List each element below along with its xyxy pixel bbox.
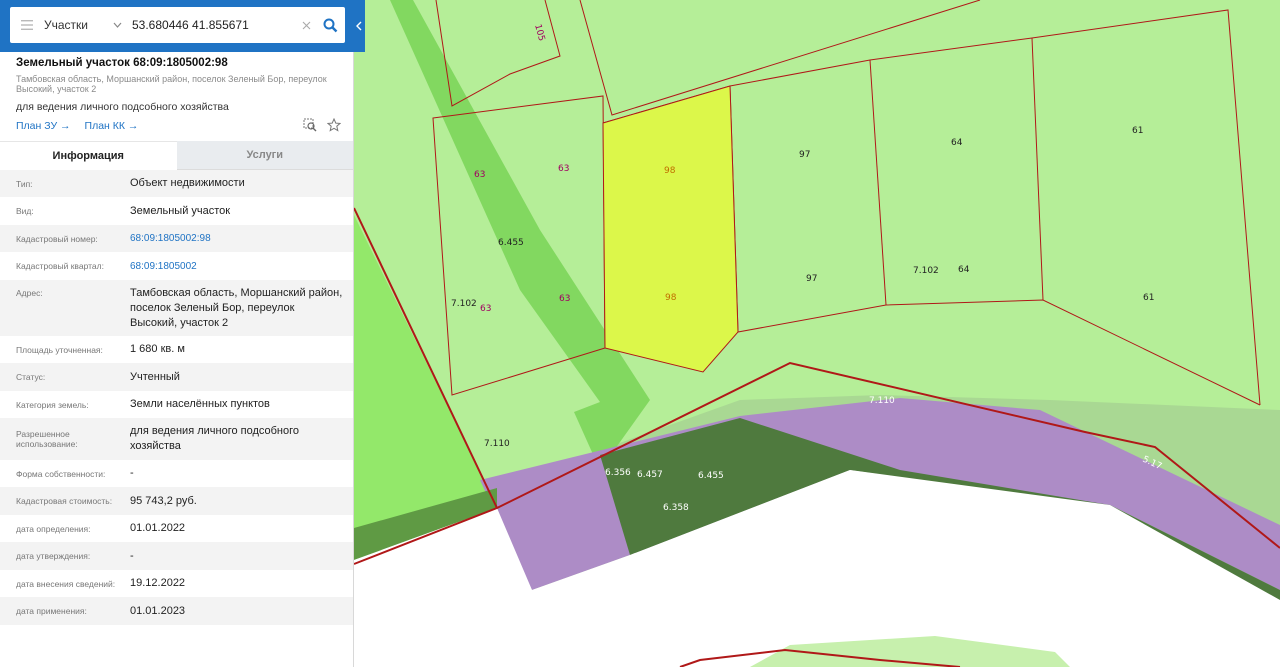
detail-row-date-entered: дата внесения сведений: 19.12.2022	[0, 570, 353, 597]
layer-select[interactable]: Участки	[44, 18, 128, 32]
detail-row-kind: Вид: Земельный участок	[0, 197, 353, 225]
cadastral-quarter-link[interactable]: 68:09:1805002	[130, 259, 343, 274]
info-panel: Земельный участок 68:09:1805002:98 Тамбо…	[0, 0, 354, 667]
detail-row-type: Тип: Объект недвижимости	[0, 170, 353, 197]
clear-icon[interactable]	[297, 18, 315, 33]
detail-value: Земли населённых пунктов	[130, 398, 270, 410]
detail-row-ownership: Форма собственности: -	[0, 460, 353, 487]
detail-row-date-approved: дата утверждения: -	[0, 542, 353, 570]
map-label: 7.110	[484, 439, 510, 449]
map-label: 6.455	[498, 238, 524, 248]
zoom-to-object-icon[interactable]	[303, 118, 317, 137]
detail-label: Кадастровая стоимость:	[16, 496, 113, 506]
detail-label: Статус:	[16, 372, 46, 382]
map-label: 6.457	[637, 470, 663, 480]
plan-kk-link[interactable]: План КК →	[85, 120, 139, 132]
detail-label: Кадастровый квартал:	[16, 261, 104, 271]
detail-label: Вид:	[16, 206, 34, 216]
detail-label: Кадастровый номер:	[16, 233, 98, 244]
object-purpose: для ведения личного подсобного хозяйства	[16, 101, 229, 113]
detail-value: для ведения личного подсобного хозяйства	[130, 425, 300, 452]
object-tools	[303, 117, 342, 137]
detail-row-date-applied: дата применения: 01.01.2023	[0, 597, 353, 625]
detail-row-cadastral-value: Кадастровая стоимость: 95 743,2 руб.	[0, 487, 353, 515]
map-label: 61	[1132, 126, 1143, 136]
search-input[interactable]	[128, 18, 297, 32]
detail-label: дата внесения сведений:	[16, 578, 116, 589]
detail-row-date-determined: дата определения: 01.01.2022	[0, 515, 353, 542]
map-label: 61	[1143, 293, 1154, 303]
selected-parcel	[602, 85, 739, 373]
tab-information[interactable]: Информация	[0, 141, 177, 170]
map-label: 64	[958, 265, 970, 275]
detail-row-address: Адрес: Тамбовская область, Моршанский ра…	[0, 280, 353, 336]
detail-row-permitted-use: Разрешенное использование: для ведения л…	[0, 418, 353, 460]
layer-select-value: Участки	[44, 18, 88, 32]
detail-label: дата применения:	[16, 606, 87, 616]
object-header: Земельный участок 68:09:1805002:98 Тамбо…	[16, 57, 346, 113]
map-label: 63	[559, 294, 570, 304]
plan-links: План ЗУ → План КК →	[16, 120, 138, 132]
detail-label: Категория земель:	[16, 399, 89, 410]
map-label: 6.358	[663, 503, 689, 513]
tab-services[interactable]: Услуги	[176, 141, 353, 170]
detail-value: Учтенный	[130, 370, 180, 383]
map-label: 63	[558, 164, 569, 174]
detail-value: Тамбовская область, Моршанский район, по…	[130, 287, 343, 329]
detail-label: Тип:	[16, 178, 33, 189]
detail-value: 01.01.2022	[130, 522, 186, 534]
menu-icon[interactable]	[10, 7, 44, 43]
detail-value: 01.01.2023	[130, 604, 186, 617]
detail-row-land-category: Категория земель: Земли населённых пункт…	[0, 391, 353, 418]
search-box: Участки	[10, 7, 345, 43]
detail-value: Земельный участок	[130, 204, 231, 217]
detail-value: Объект недвижимости	[130, 177, 245, 189]
object-title: Земельный участок 68:09:1805002:98	[16, 57, 228, 69]
detail-row-cadastral-number: Кадастровый номер: 68:09:1805002:98	[0, 225, 353, 252]
object-address-short: Тамбовская область, Моршанский район, по…	[16, 74, 327, 94]
detail-row-status: Статус: Учтенный	[0, 363, 353, 391]
map-label: 7.102	[451, 299, 477, 309]
map-label: 7.102	[913, 266, 939, 276]
map-label: 63	[480, 304, 491, 314]
plan-zu-link[interactable]: План ЗУ →	[16, 120, 71, 132]
detail-row-cadastral-quarter: Кадастровый квартал: 68:09:1805002	[0, 252, 353, 280]
map-label: 63	[474, 170, 485, 180]
detail-label: Форма собственности:	[16, 468, 106, 479]
detail-value: 19.12.2022	[130, 577, 186, 589]
detail-label: дата определения:	[16, 523, 91, 534]
search-bar: Участки	[0, 0, 365, 52]
map-label: 7.110	[869, 396, 895, 406]
cadastral-number-link[interactable]: 68:09:1805002:98	[130, 231, 343, 246]
info-tabs: Информация Услуги	[0, 141, 353, 170]
detail-label: Площадь уточненная:	[16, 344, 103, 355]
star-icon[interactable]	[326, 117, 342, 137]
map-label: 98	[665, 293, 677, 303]
map-label: 98	[664, 166, 676, 176]
detail-row-area: Площадь уточненная: 1 680 кв. м	[0, 336, 353, 363]
map-label: 97	[806, 274, 817, 284]
details-list: Тип: Объект недвижимости Вид: Земельный …	[0, 170, 353, 625]
map-label: 6.455	[698, 471, 724, 481]
detail-label: Разрешенное использование:	[16, 429, 78, 449]
chevron-left-icon[interactable]	[353, 0, 365, 52]
detail-value: -	[130, 467, 134, 479]
map-label: 97	[799, 150, 810, 160]
detail-value: -	[130, 549, 134, 562]
detail-label: Адрес:	[16, 288, 43, 298]
detail-value: 95 743,2 руб.	[130, 494, 197, 507]
detail-value: 1 680 кв. м	[130, 343, 185, 355]
detail-label: дата утверждения:	[16, 551, 91, 561]
chevron-down-icon	[113, 20, 122, 31]
search-icon[interactable]	[315, 18, 345, 33]
map-label: 64	[951, 138, 963, 148]
map-label: 6.356	[605, 468, 631, 478]
